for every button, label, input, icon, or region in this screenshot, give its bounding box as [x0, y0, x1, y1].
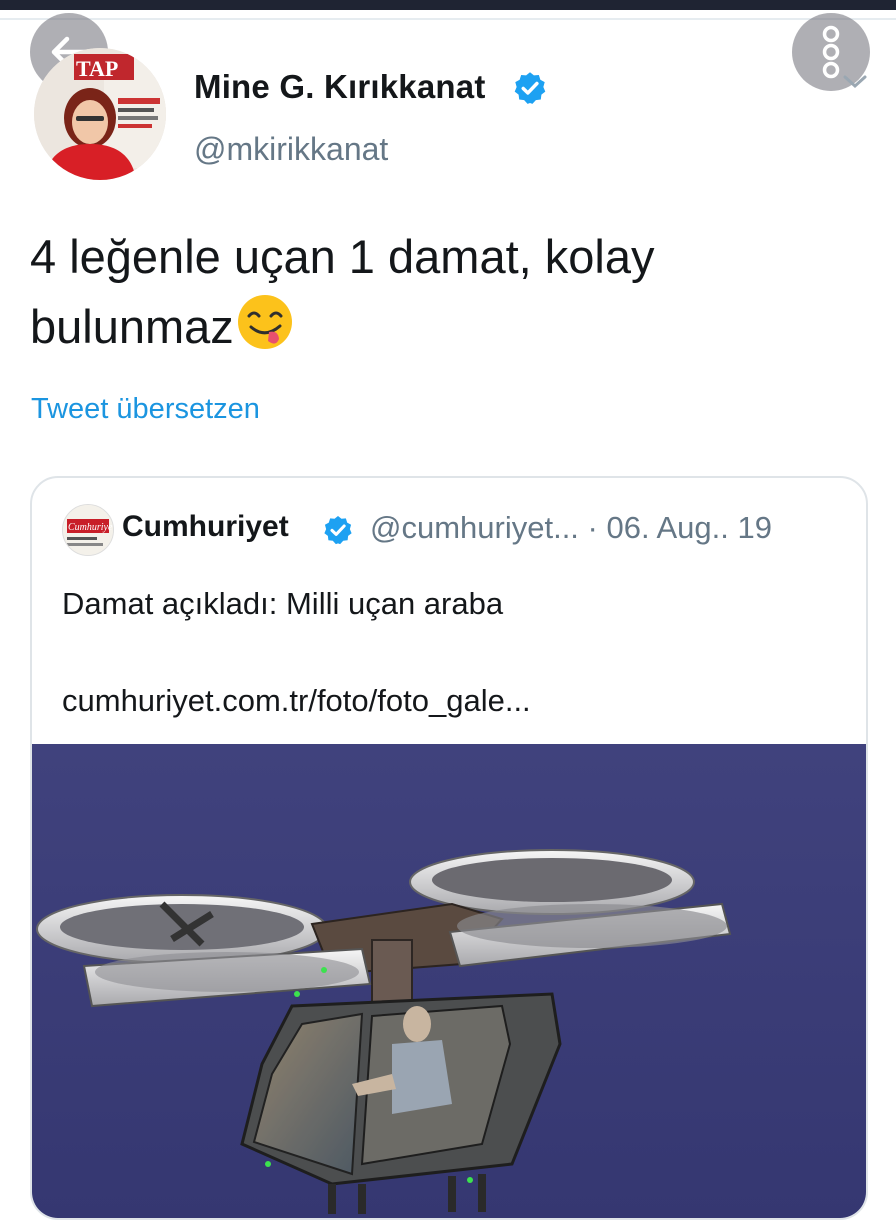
- quoted-tweet-text: Damat açıkladı: Milli uçan araba: [62, 586, 504, 621]
- cumhuriyet-logo: Cumhuriyet: [63, 505, 113, 555]
- quoted-tweet-link[interactable]: cumhuriyet.com.tr/foto/foto_gale...: [62, 683, 531, 719]
- verified-badge-icon: [514, 72, 546, 104]
- flying-car-render-image[interactable]: [32, 744, 866, 1218]
- status-bar: [0, 0, 896, 10]
- tweet-text: 4 leğenle uçan 1 damat, kolay bulunmaz: [30, 222, 850, 362]
- quoted-verified-badge-icon: [324, 516, 352, 545]
- translate-tweet-link[interactable]: Tweet übersetzen: [31, 393, 260, 426]
- avatar-badge-text: TAP: [76, 56, 118, 81]
- author-handle[interactable]: @mkirikkanat: [194, 131, 388, 168]
- logo-text: Cumhuriyet: [68, 522, 113, 533]
- more-options-icon: [822, 25, 840, 79]
- quoted-handle-and-date: @cumhuriyet... · 06. Aug.. 19: [370, 510, 772, 545]
- quoted-author-avatar[interactable]: Cumhuriyet: [62, 504, 114, 556]
- author-avatar[interactable]: TAP: [34, 48, 166, 180]
- quoted-author-name[interactable]: Cumhuriyet: [122, 510, 289, 544]
- tweet-text-content: 4 leğenle uçan 1 damat, kolay bulunmaz: [30, 230, 655, 353]
- header-divider: [0, 18, 896, 20]
- quoted-tweet-card[interactable]: Cumhuriyet Cumhuriyet @cumhuriyet... · 0…: [30, 476, 868, 1220]
- author-name[interactable]: Mine G. Kırıkkanat: [194, 68, 486, 106]
- face-savoring-food-emoji: [237, 295, 292, 349]
- avatar-photo: TAP: [34, 48, 166, 180]
- chevron-down-icon[interactable]: [842, 74, 868, 90]
